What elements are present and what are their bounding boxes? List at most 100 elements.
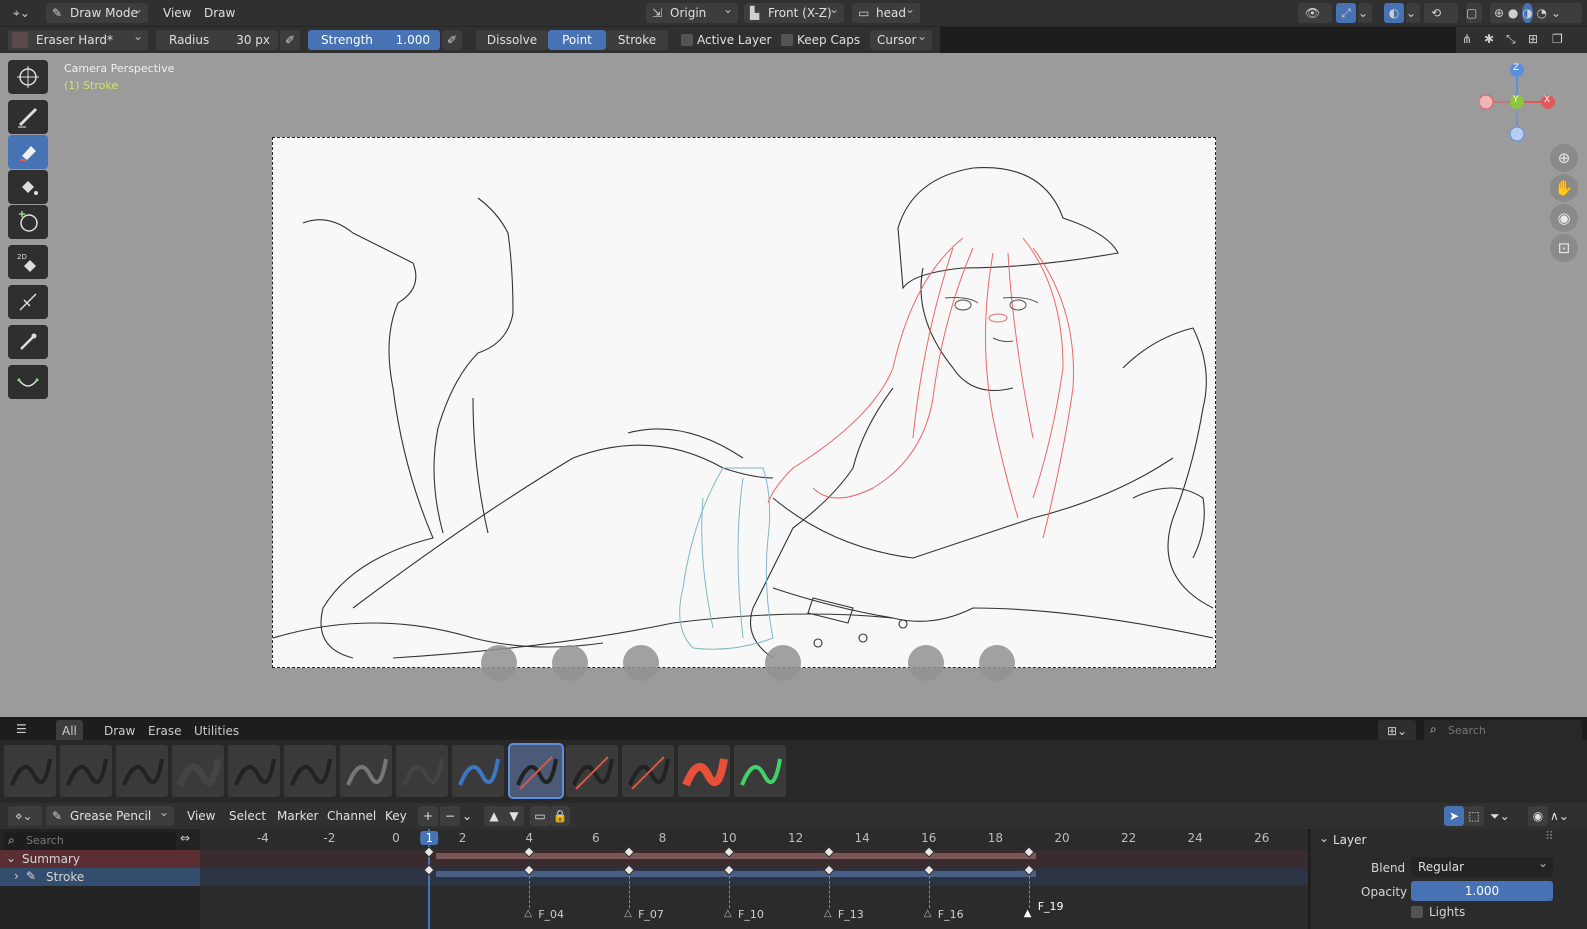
marker-triangle-icon[interactable]: △: [524, 908, 532, 919]
cursor-selector[interactable]: Cursor: [870, 26, 932, 50]
wireframe-shading-icon[interactable]: ⊕: [1494, 3, 1504, 23]
falloff-dropdown[interactable]: ∧⌄: [1550, 806, 1582, 826]
gizmo-toggle[interactable]: ⤢: [1336, 3, 1356, 23]
canvas-icon[interactable]: ⊞: [1528, 32, 1538, 46]
move-layer-down-button[interactable]: ▼: [504, 806, 524, 826]
active-layer-checkbox[interactable]: Active Layer: [674, 30, 778, 50]
ds-menu-select[interactable]: Select: [222, 806, 273, 826]
brush-preset-6[interactable]: [284, 745, 336, 797]
asset-tab-utilities[interactable]: Utilities: [188, 720, 245, 742]
cursor-tool-button[interactable]: [8, 60, 48, 94]
pan-button[interactable]: ✋: [1550, 174, 1578, 202]
solid-shading-icon[interactable]: ●: [1508, 3, 1518, 23]
overlay-dropdown[interactable]: ⌄: [1406, 3, 1420, 23]
gp-overlay-toggle[interactable]: ⟲: [1424, 3, 1458, 23]
radius-pressure-toggle[interactable]: ✐: [280, 30, 300, 50]
radius-field[interactable]: Radius 30 px: [156, 30, 278, 50]
guide-icon[interactable]: ⤡: [1506, 32, 1516, 47]
object-selector[interactable]: ▭ head: [852, 0, 920, 23]
only-selected-toggle[interactable]: ➤: [1444, 806, 1464, 826]
shading-selector[interactable]: ⊕ ● ◑ ◔ ⌄: [1490, 3, 1582, 23]
circle-tool-button[interactable]: [8, 205, 48, 239]
marker-triangle-icon[interactable]: △: [924, 908, 932, 919]
chevron-down-icon[interactable]: ⌄: [1551, 3, 1561, 23]
lock-button[interactable]: ⊡: [1550, 234, 1578, 262]
pivot-selector[interactable]: ⇲ Origin: [646, 0, 738, 23]
brush-preset-2[interactable]: [60, 745, 112, 797]
rendered-shading-icon[interactable]: ◔: [1537, 3, 1547, 23]
brush-selector[interactable]: Eraser Hard*: [8, 26, 148, 50]
add-layer-button[interactable]: +: [418, 806, 438, 826]
display-size-button[interactable]: ⊞⌄: [1378, 720, 1416, 742]
ds-menu-marker[interactable]: Marker: [270, 806, 325, 826]
proportional-toggle[interactable]: ◉: [1528, 806, 1548, 826]
brush-preset-4[interactable]: [172, 745, 224, 797]
brush-preset-8[interactable]: [396, 745, 448, 797]
marker-triangle-icon[interactable]: △: [824, 908, 832, 919]
swap-icon[interactable]: ⇔: [180, 831, 190, 845]
tint-tool-button[interactable]: 2D: [8, 245, 48, 279]
camera-frame[interactable]: [272, 137, 1216, 668]
asset-tab-erase[interactable]: Erase: [142, 720, 188, 742]
gizmo-dropdown[interactable]: ⌄: [1358, 3, 1372, 23]
brush-preset-9[interactable]: [452, 745, 504, 797]
visibility-toggle[interactable]: 👁: [1298, 3, 1332, 23]
brush-preset-3[interactable]: [116, 745, 168, 797]
brush-preset-5[interactable]: [228, 745, 280, 797]
asset-search-input[interactable]: ⌕ Search: [1424, 720, 1582, 742]
brush-preset-12[interactable]: [622, 745, 674, 797]
cutter-tool-button[interactable]: [8, 285, 48, 319]
curve-tool-button[interactable]: [8, 365, 48, 399]
xray-toggle[interactable]: ▢: [1466, 3, 1482, 23]
material-shading-icon[interactable]: ◑: [1522, 3, 1533, 23]
dopesheet-mode-selector[interactable]: ✎ Grease Pencil: [46, 802, 174, 826]
chevron-down-icon[interactable]: ⌄: [1319, 831, 1329, 845]
strength-field[interactable]: Strength 1.000: [308, 30, 440, 50]
menu-draw[interactable]: Draw: [197, 3, 242, 23]
multiframe-icon[interactable]: ⋔: [1462, 32, 1472, 46]
asset-tab-draw[interactable]: Draw: [98, 720, 141, 742]
mode-point[interactable]: Point: [548, 30, 606, 50]
view-align-selector[interactable]: ▙ Front (X-Z): [744, 0, 844, 23]
ds-menu-channel[interactable]: Channel: [320, 806, 383, 826]
camera-view-button[interactable]: ◉: [1550, 204, 1578, 232]
brush-preset-13[interactable]: [678, 745, 730, 797]
layer-options-dropdown[interactable]: ⌄: [462, 806, 480, 826]
channel-search-input[interactable]: ⌕ Search: [4, 832, 176, 850]
editor-type-button[interactable]: ⌖⌄: [6, 3, 42, 23]
brush-preset-14[interactable]: [734, 745, 786, 797]
brush-preset-11[interactable]: [566, 745, 618, 797]
channel-summary[interactable]: ⌄ Summary: [0, 850, 200, 868]
snap-icon[interactable]: ✱: [1484, 32, 1494, 46]
mode-stroke[interactable]: Stroke: [606, 30, 668, 50]
brush-preset-7[interactable]: [340, 745, 392, 797]
brush-preset-1[interactable]: [4, 745, 56, 797]
asset-tab-all[interactable]: All: [56, 720, 83, 742]
lights-checkbox[interactable]: Lights: [1411, 905, 1465, 919]
keep-caps-checkbox[interactable]: Keep Caps: [774, 30, 867, 50]
remove-layer-button[interactable]: −: [440, 806, 460, 826]
current-frame-indicator[interactable]: 1: [420, 831, 439, 845]
drag-handle-icon[interactable]: ⠿: [1545, 829, 1554, 843]
move-layer-up-button[interactable]: ▲: [484, 806, 504, 826]
brush-preset-10[interactable]: [508, 743, 564, 799]
lock-toggle[interactable]: 🔒: [550, 806, 570, 826]
ds-menu-view[interactable]: View: [180, 806, 222, 826]
draw-tool-button[interactable]: [8, 100, 48, 134]
strength-pressure-toggle[interactable]: ✐: [442, 30, 462, 50]
marker-triangle-icon[interactable]: △: [724, 908, 732, 919]
eyedropper-tool-button[interactable]: [8, 325, 48, 359]
menu-view[interactable]: View: [156, 3, 198, 23]
opacity-field[interactable]: 1.000: [1411, 881, 1553, 901]
zoom-button[interactable]: ⊕: [1550, 144, 1578, 172]
layers-icon[interactable]: ❐: [1552, 32, 1563, 46]
marker-triangle-icon[interactable]: △: [624, 908, 632, 919]
channel-stroke[interactable]: › ✎ Stroke: [0, 868, 200, 886]
ds-menu-key[interactable]: Key: [378, 806, 414, 826]
erase-tool-button[interactable]: [8, 135, 48, 169]
blend-selector[interactable]: Regular: [1411, 853, 1553, 877]
dopesheet-editor-type[interactable]: ⋄⌄: [8, 806, 42, 826]
filter-dropdown[interactable]: ⏷⌄: [1490, 806, 1520, 826]
mode-selector[interactable]: ✎ Draw Mode: [46, 0, 148, 23]
navigation-gizmo[interactable]: Z X Y: [1478, 60, 1570, 150]
